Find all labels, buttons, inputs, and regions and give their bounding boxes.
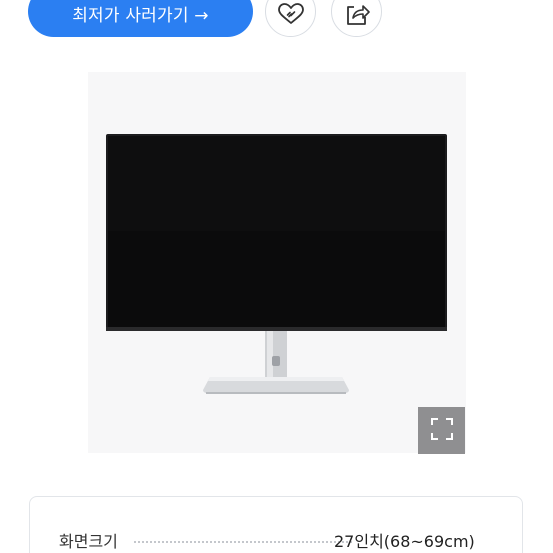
- monitor-image: [106, 134, 447, 394]
- wish-button[interactable]: [265, 0, 316, 37]
- share-icon: [344, 0, 370, 30]
- share-button[interactable]: [331, 0, 382, 37]
- buy-lowest-price-button[interactable]: 최저가 사러가기 →: [28, 0, 253, 37]
- spec-card: 화면크기 27인치(68~69cm): [29, 496, 523, 553]
- expand-image-button[interactable]: [418, 407, 465, 454]
- spec-row-screen-size: 화면크기 27인치(68~69cm): [30, 528, 522, 553]
- product-image[interactable]: [88, 72, 466, 454]
- expand-icon: [430, 417, 453, 444]
- product-page: 최저가 사러가기 → 화면크기 27인치(68~69cm): [0, 0, 553, 553]
- buy-button-label: 최저가 사러가기 →: [72, 6, 209, 26]
- spec-dotted-leader: [134, 541, 352, 543]
- spec-value: 27인치(68~69cm): [334, 532, 475, 551]
- spec-label: 화면크기: [59, 532, 118, 551]
- heart-link-icon: [277, 0, 304, 29]
